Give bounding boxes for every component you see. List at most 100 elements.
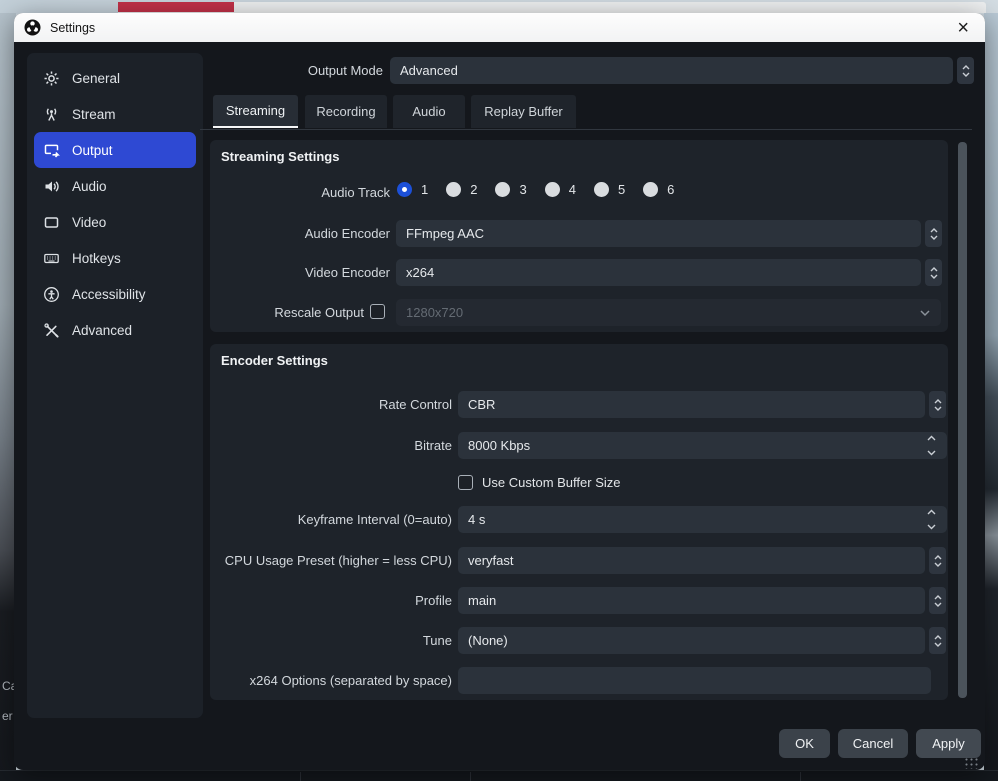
- rescale-resolution-value: 1280x720: [406, 305, 463, 320]
- close-icon[interactable]: ×: [951, 18, 975, 38]
- video-encoder-spinner[interactable]: [925, 259, 942, 286]
- audio-encoder-spinner[interactable]: [925, 220, 942, 247]
- tab-row-divider: [200, 129, 972, 130]
- ok-button[interactable]: OK: [779, 729, 830, 758]
- accessibility-icon: [43, 286, 60, 303]
- use-custom-buffer-checkbox[interactable]: [458, 475, 473, 490]
- chevron-down-icon: [919, 308, 931, 318]
- display-icon: [43, 214, 60, 231]
- keyboard-icon: [43, 250, 60, 267]
- dock-separator: [300, 772, 301, 781]
- tune-value: (None): [468, 633, 508, 648]
- tab-audio[interactable]: Audio: [393, 95, 465, 128]
- apply-button[interactable]: Apply: [916, 729, 981, 758]
- button-label: OK: [795, 736, 814, 751]
- chevron-down-icon: [926, 449, 937, 457]
- tab-label: Recording: [316, 104, 375, 119]
- audio-track-radio-1[interactable]: [397, 182, 412, 197]
- sidebar-item-hotkeys[interactable]: Hotkeys: [34, 240, 196, 276]
- rate-control-select[interactable]: CBR: [458, 391, 925, 418]
- rescale-output-label: Rescale Output: [220, 305, 364, 320]
- audio-track-radio-2[interactable]: [446, 182, 461, 197]
- audio-encoder-value: FFmpeg AAC: [406, 226, 484, 241]
- radio-label: 6: [667, 182, 674, 197]
- tab-label: Replay Buffer: [484, 104, 563, 119]
- tune-select[interactable]: (None): [458, 627, 925, 654]
- keyframe-interval-spinbox[interactable]: 4 s: [458, 506, 947, 533]
- chevron-up-down-icon: [929, 227, 939, 241]
- chevron-up-down-icon: [933, 554, 943, 568]
- bitrate-spinbox[interactable]: 8000 Kbps: [458, 432, 947, 459]
- use-custom-buffer-label: Use Custom Buffer Size: [482, 475, 620, 490]
- gear-icon: [43, 70, 60, 87]
- button-label: Apply: [932, 736, 965, 751]
- audio-track-radio-4[interactable]: [545, 182, 560, 197]
- rescale-resolution-select[interactable]: 1280x720: [396, 299, 941, 326]
- resize-grip[interactable]: [964, 757, 978, 769]
- chevron-down-icon: [926, 523, 937, 531]
- tab-streaming[interactable]: Streaming: [213, 95, 298, 128]
- background-window-bar: [118, 2, 986, 13]
- chevron-up-down-icon: [929, 266, 939, 280]
- audio-track-radio-5[interactable]: [594, 182, 609, 197]
- profile-spinner[interactable]: [929, 587, 946, 614]
- bitrate-arrows[interactable]: [926, 434, 937, 457]
- audio-track-radio-6[interactable]: [643, 182, 658, 197]
- obs-logo-icon: [24, 19, 41, 36]
- background-red-tab: [118, 2, 234, 12]
- audio-track-radio-3[interactable]: [495, 182, 510, 197]
- rate-control-label: Rate Control: [220, 397, 452, 412]
- keyframe-interval-label: Keyframe Interval (0=auto): [220, 512, 452, 527]
- chevron-up-down-icon: [933, 398, 943, 412]
- radio-label: 5: [618, 182, 625, 197]
- keyframe-interval-value: 4 s: [468, 512, 485, 527]
- sidebar-item-output[interactable]: Output: [34, 132, 196, 168]
- video-encoder-label: Video Encoder: [220, 265, 390, 280]
- sidebar-item-label: General: [72, 71, 120, 86]
- audio-encoder-label: Audio Encoder: [220, 226, 390, 241]
- tab-label: Audio: [412, 104, 445, 119]
- broadcast-icon: [43, 106, 60, 123]
- section-title: Encoder Settings: [221, 353, 328, 368]
- tools-icon: [43, 322, 60, 339]
- chevron-up-down-icon: [933, 594, 943, 608]
- settings-sidebar: General Stream Output: [27, 53, 203, 718]
- cpu-usage-preset-value: veryfast: [468, 553, 514, 568]
- sidebar-item-audio[interactable]: Audio: [34, 168, 196, 204]
- rescale-output-checkbox[interactable]: [370, 304, 385, 319]
- video-encoder-value: x264: [406, 265, 434, 280]
- vertical-scrollbar[interactable]: [958, 142, 967, 698]
- sidebar-item-video[interactable]: Video: [34, 204, 196, 240]
- x264-options-label: x264 Options (separated by space): [220, 673, 452, 688]
- tune-spinner[interactable]: [929, 627, 946, 654]
- streaming-settings-group: Streaming Settings Audio Track 1 2 3 4 5…: [210, 140, 948, 332]
- bitrate-value: 8000 Kbps: [468, 438, 530, 453]
- audio-encoder-select[interactable]: FFmpeg AAC: [396, 220, 921, 247]
- output-mode-spinner[interactable]: [957, 57, 974, 84]
- tab-recording[interactable]: Recording: [305, 95, 387, 128]
- dialog-titlebar[interactable]: Settings ×: [14, 13, 985, 42]
- chevron-up-down-icon: [933, 634, 943, 648]
- cancel-button[interactable]: Cancel: [838, 729, 908, 758]
- cpu-usage-preset-spinner[interactable]: [929, 547, 946, 574]
- cpu-usage-preset-select[interactable]: veryfast: [458, 547, 925, 574]
- sidebar-item-advanced[interactable]: Advanced: [34, 312, 196, 348]
- sidebar-item-general[interactable]: General: [34, 60, 196, 96]
- section-title: Streaming Settings: [221, 149, 339, 164]
- tab-replay-buffer[interactable]: Replay Buffer: [471, 95, 576, 128]
- keyframe-arrows[interactable]: [926, 508, 937, 531]
- sidebar-item-stream[interactable]: Stream: [34, 96, 196, 132]
- rate-control-spinner[interactable]: [929, 391, 946, 418]
- chevron-up-icon: [926, 508, 937, 516]
- background-text-fragment: er: [2, 709, 13, 723]
- video-encoder-select[interactable]: x264: [396, 259, 921, 286]
- sidebar-item-label: Audio: [72, 179, 107, 194]
- sidebar-item-accessibility[interactable]: Accessibility: [34, 276, 196, 312]
- bitrate-label: Bitrate: [220, 438, 452, 453]
- settings-dialog: Settings × General Stream: [14, 13, 985, 770]
- speaker-icon: [43, 178, 60, 195]
- profile-select[interactable]: main: [458, 587, 925, 614]
- x264-options-input[interactable]: [458, 667, 931, 694]
- output-mode-select[interactable]: Advanced: [390, 57, 953, 84]
- desktop: Ca er Settings × General: [0, 0, 998, 781]
